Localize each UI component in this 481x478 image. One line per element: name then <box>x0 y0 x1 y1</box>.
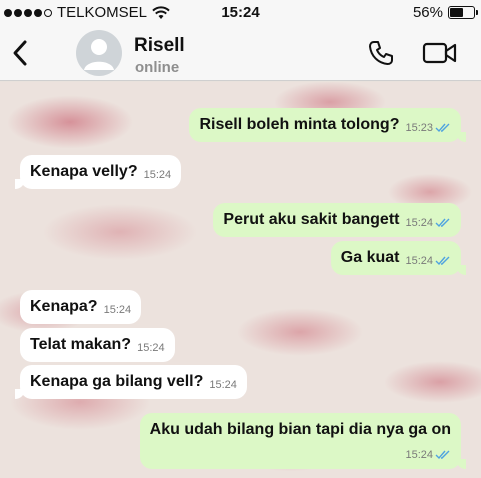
message-text: Kenapa? <box>30 298 98 315</box>
message-time: 15:24 <box>405 217 433 229</box>
read-ticks-icon <box>435 256 450 266</box>
message-incoming[interactable]: Kenapa velly? 15:24 <box>14 155 182 189</box>
message-text: Kenapa velly? <box>30 163 138 180</box>
contact-status: online <box>135 59 180 76</box>
message-incoming[interactable]: Kenapa ga bilang vell? 15:24 <box>15 365 247 399</box>
message-time: 15:24 <box>209 379 237 391</box>
chat-header: Risell online <box>0 26 481 81</box>
message-time: 15:24 <box>103 304 132 316</box>
message-text: Risell boleh minta tolong? <box>199 116 400 133</box>
message-text: Ga kuat <box>340 249 400 266</box>
read-ticks-icon <box>435 218 450 228</box>
battery-icon <box>448 6 478 19</box>
message-text: Telat makan? <box>30 336 132 353</box>
message-time: 15:24 <box>405 255 433 267</box>
read-ticks-icon <box>435 450 450 460</box>
contact-name[interactable]: Risell <box>134 35 185 57</box>
message-time: 15:24 <box>137 342 165 354</box>
message-outgoing[interactable]: Risell boleh minta tolong? 15:23 <box>189 108 466 142</box>
video-call-icon[interactable] <box>422 40 458 66</box>
avatar[interactable] <box>76 30 122 76</box>
message-incoming[interactable]: Telat makan? 15:24 <box>20 328 175 362</box>
message-outgoing[interactable]: Ga kuat 15:24 <box>330 241 467 275</box>
message-text: Kenapa ga bilang vell? <box>30 373 204 390</box>
read-ticks-icon <box>435 123 450 133</box>
message-text: Perut aku sakit bangett <box>223 211 400 228</box>
message-text: Aku udah bilang bian tapi dia nya ga on <box>149 421 451 438</box>
default-avatar-icon <box>84 39 114 70</box>
battery-percent: 56% <box>412 4 443 21</box>
message-outgoing[interactable]: Perut aku sakit bangett 15:24 <box>213 203 461 237</box>
message-incoming[interactable]: Kenapa? 15:24 <box>20 290 142 324</box>
voice-call-icon[interactable] <box>367 39 395 67</box>
message-time: 15:23 <box>405 122 433 134</box>
chat-area[interactable]: Risell boleh minta tolong? 15:23 Kenapa v… <box>0 82 481 478</box>
message-outgoing[interactable]: Aku udah bilang bian tapi dia nya ga on … <box>139 413 467 469</box>
back-chevron-icon[interactable] <box>8 37 34 69</box>
clock: 15:24 <box>221 4 260 21</box>
message-time: 15:24 <box>143 169 172 181</box>
status-bar: TELKOMSEL 15:24 56% <box>0 0 481 26</box>
message-time: 15:24 <box>405 449 433 461</box>
